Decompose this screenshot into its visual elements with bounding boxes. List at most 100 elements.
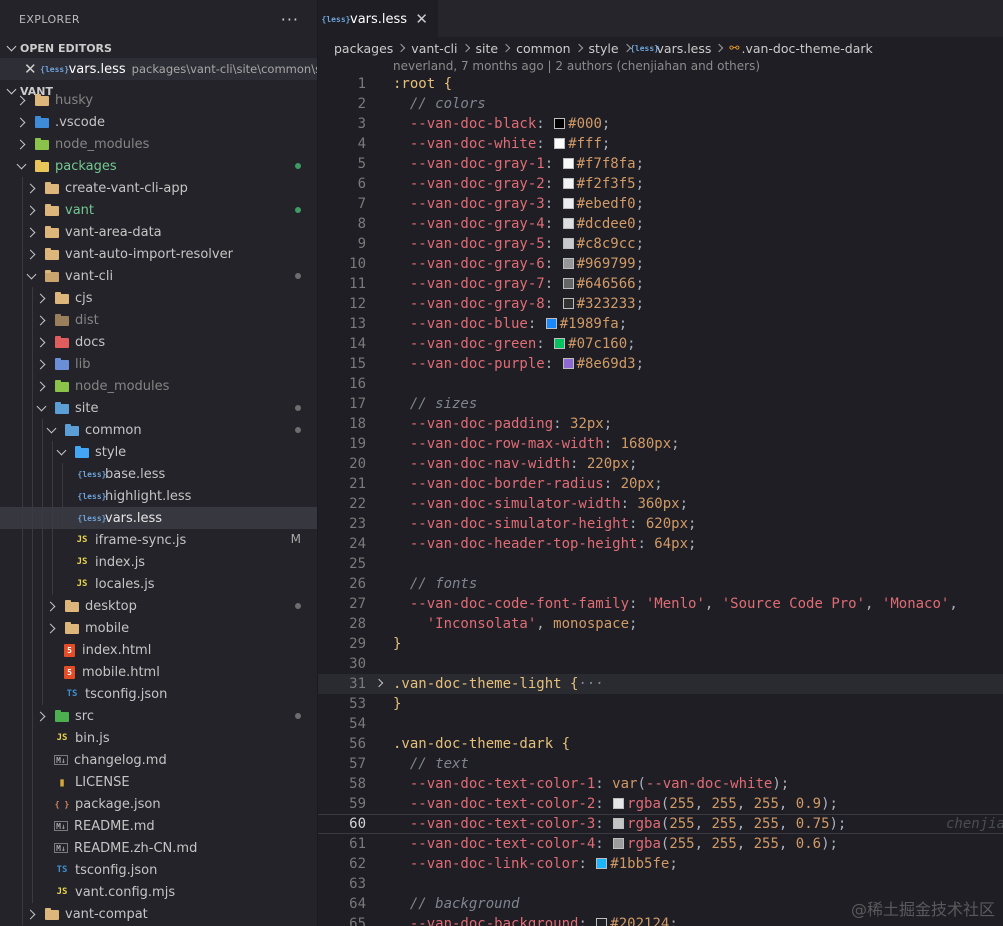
color-swatch[interactable] [562, 358, 574, 369]
file-item[interactable]: M↓ README.md [0, 815, 317, 837]
breadcrumb-item[interactable]: vars.less [657, 41, 712, 56]
file-item[interactable]: {less} vars.less [0, 507, 317, 529]
code-line[interactable]: 16 [318, 374, 1003, 394]
open-editors-section-header[interactable]: OPEN EDITORS [0, 38, 317, 58]
folder-item[interactable]: vant-cli [0, 265, 317, 287]
folder-item[interactable]: dist [0, 309, 317, 331]
code-line[interactable]: 56 .van-doc-theme-dark { [318, 734, 1003, 754]
code-line[interactable]: 10 --van-doc-gray-6: #969799; [318, 254, 1003, 274]
code-line[interactable]: 58 --van-doc-text-color-1: var(--van-doc… [318, 774, 1003, 794]
color-swatch[interactable] [613, 838, 625, 849]
code-line[interactable]: 26 // fonts [318, 574, 1003, 594]
folder-item[interactable]: vant-compat [0, 903, 317, 925]
folder-item[interactable]: node_modules [0, 375, 317, 397]
code-line[interactable]: 31 .van-doc-theme-light {··· [318, 674, 1003, 694]
code-line[interactable]: 25 [318, 554, 1003, 574]
code-line[interactable]: 20 --van-doc-nav-width: 220px; [318, 454, 1003, 474]
code-line[interactable]: 27 --van-doc-code-font-family: 'Menlo', … [318, 594, 1003, 614]
code-line[interactable]: 23 --van-doc-simulator-height: 620px; [318, 514, 1003, 534]
code-line[interactable]: 4 --van-doc-white: #fff; [318, 134, 1003, 154]
file-item[interactable]: JS iframe-sync.js M [0, 529, 317, 551]
breadcrumb-item[interactable]: packages [334, 41, 393, 56]
file-item[interactable]: ▮ LICENSE [0, 771, 317, 793]
folder-item[interactable]: vant-area-data [0, 221, 317, 243]
color-swatch[interactable] [562, 218, 574, 229]
code-line[interactable]: 1:root { [318, 74, 1003, 94]
open-editor-item[interactable]: ✕ {less} vars.less packages\vant-cli\sit… [0, 58, 317, 80]
more-actions-icon[interactable]: ··· [281, 10, 299, 29]
color-swatch[interactable] [613, 818, 625, 829]
folder-item[interactable]: node_modules [0, 133, 317, 155]
code-line[interactable]: 60 --van-doc-text-color-3: rgba(255, 255… [318, 814, 1003, 834]
code-line[interactable]: 57 // text [318, 754, 1003, 774]
breadcrumb-item[interactable]: .van-doc-theme-dark [741, 41, 872, 56]
folder-item[interactable]: husky [0, 89, 317, 111]
code-line[interactable]: 59 --van-doc-text-color-2: rgba(255, 255… [318, 794, 1003, 814]
color-swatch[interactable] [562, 298, 574, 309]
code-line[interactable]: 13 --van-doc-blue: #1989fa; [318, 314, 1003, 334]
folder-item[interactable]: .vscode [0, 111, 317, 133]
file-item[interactable]: JS index.js [0, 551, 317, 573]
folder-item[interactable]: desktop [0, 595, 317, 617]
color-swatch[interactable] [562, 238, 574, 249]
code-line[interactable]: 63 [318, 874, 1003, 894]
color-swatch[interactable] [562, 178, 574, 189]
folder-item[interactable]: create-vant-cli-app [0, 177, 317, 199]
code-line[interactable]: 2 // colors [318, 94, 1003, 114]
folder-item[interactable]: cjs [0, 287, 317, 309]
code-line[interactable]: 15 --van-doc-purple: #8e69d3; [318, 354, 1003, 374]
code-line[interactable]: 7 --van-doc-gray-3: #ebedf0; [318, 194, 1003, 214]
code-line[interactable]: 5 --van-doc-gray-1: #f7f8fa; [318, 154, 1003, 174]
folder-item[interactable]: vant-auto-import-resolver [0, 243, 317, 265]
folder-item[interactable]: lib [0, 353, 317, 375]
code-line[interactable]: 22 --van-doc-simulator-width: 360px; [318, 494, 1003, 514]
color-swatch[interactable] [554, 338, 566, 349]
folder-item[interactable]: site [0, 397, 317, 419]
breadcrumb-item[interactable]: vant-cli [411, 41, 457, 56]
code-line[interactable]: 19 --van-doc-row-max-width: 1680px; [318, 434, 1003, 454]
folder-item[interactable]: packages [0, 155, 317, 177]
code-line[interactable]: 18 --van-doc-padding: 32px; [318, 414, 1003, 434]
color-swatch[interactable] [562, 158, 574, 169]
code-line[interactable]: 61 --van-doc-text-color-4: rgba(255, 255… [318, 834, 1003, 854]
folder-item[interactable]: src [0, 705, 317, 727]
file-item[interactable]: { } package.json [0, 793, 317, 815]
file-item[interactable]: {less} highlight.less [0, 485, 317, 507]
color-swatch[interactable] [554, 138, 566, 149]
folder-item[interactable]: vant [0, 199, 317, 221]
file-item[interactable]: 5 mobile.html [0, 661, 317, 683]
color-swatch[interactable] [613, 798, 625, 809]
breadcrumb-item[interactable]: site [476, 41, 499, 56]
folder-item[interactable]: common [0, 419, 317, 441]
code-line[interactable]: 12 --van-doc-gray-8: #323233; [318, 294, 1003, 314]
code-line[interactable]: 3 --van-doc-black: #000; [318, 114, 1003, 134]
code-line[interactable]: 17 // sizes [318, 394, 1003, 414]
file-item[interactable]: TS tsconfig.json [0, 859, 317, 881]
file-item[interactable]: 5 index.html [0, 639, 317, 661]
close-icon[interactable]: ✕ [415, 10, 428, 28]
fold-chevron-icon[interactable] [374, 678, 384, 688]
file-item[interactable]: {less} base.less [0, 463, 317, 485]
folder-item[interactable]: docs [0, 331, 317, 353]
close-icon[interactable]: ✕ [24, 60, 37, 78]
code-line[interactable]: 54 [318, 714, 1003, 734]
color-swatch[interactable] [554, 118, 566, 129]
git-blame-header[interactable]: neverland, 7 months ago | 2 authors (che… [393, 59, 760, 73]
file-item[interactable]: JS vant.config.mjs [0, 881, 317, 903]
code-line[interactable]: 6 --van-doc-gray-2: #f2f3f5; [318, 174, 1003, 194]
code-editor[interactable]: 1:root {2 // colors 3 --van-doc-black: #0… [318, 74, 1003, 926]
file-item[interactable]: JS locales.js [0, 573, 317, 595]
color-swatch[interactable] [545, 318, 557, 329]
file-item[interactable]: TS tsconfig.json [0, 683, 317, 705]
folder-item[interactable]: mobile [0, 617, 317, 639]
code-line[interactable]: 9 --van-doc-gray-5: #c8c9cc; [318, 234, 1003, 254]
breadcrumb-item[interactable]: common [516, 41, 570, 56]
code-line[interactable]: 8 --van-doc-gray-4: #dcdee0; [318, 214, 1003, 234]
code-line[interactable]: 53} [318, 694, 1003, 714]
code-line[interactable]: 11 --van-doc-gray-7: #646566; [318, 274, 1003, 294]
file-item[interactable]: JS bin.js [0, 727, 317, 749]
color-swatch[interactable] [562, 258, 574, 269]
code-line[interactable]: 30 [318, 654, 1003, 674]
color-swatch[interactable] [562, 198, 574, 209]
color-swatch[interactable] [596, 858, 608, 869]
